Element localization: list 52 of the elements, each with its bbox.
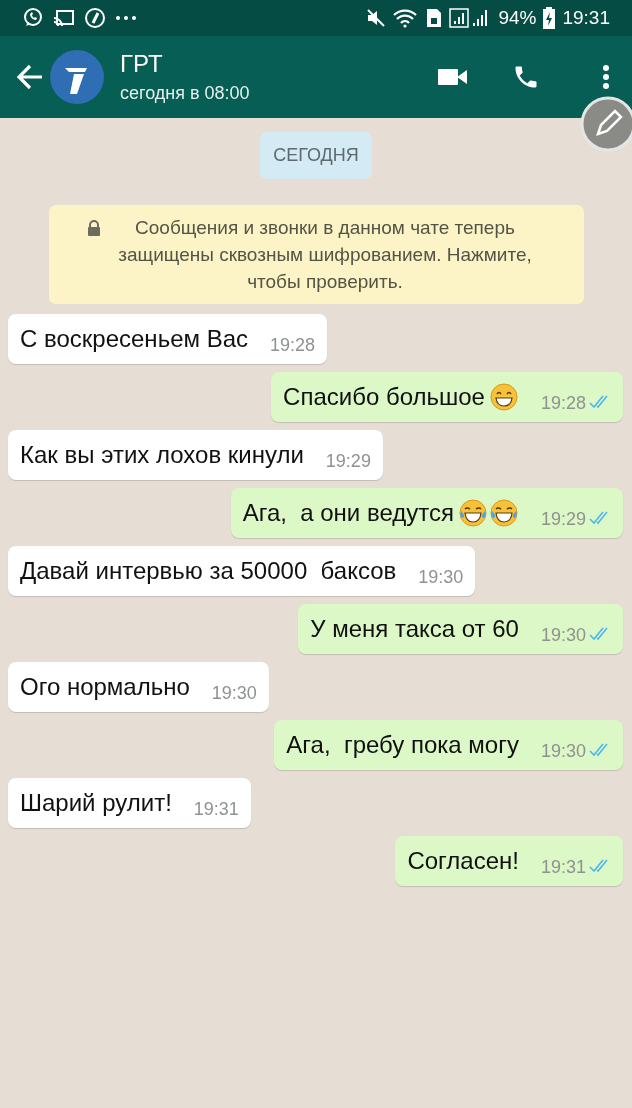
message-bubble[interactable]: Шарий рулит! 19:31 <box>8 778 251 828</box>
notice-text: Сообщения и звонки в данном чате теперь защищены сквозным шифрованием. Нажмите, чтобы проверить. <box>117 216 533 294</box>
message-text: У меня такса от 60 <box>310 615 519 643</box>
message-time: 19:29 <box>540 508 586 530</box>
clock: 19:31 <box>562 7 610 29</box>
video-call-icon[interactable] <box>438 67 468 87</box>
message-text: Ага, гребу пока могу <box>286 731 519 759</box>
message-bubble[interactable]: Ага, гребу пока могу 19:30 <box>274 720 623 770</box>
message-text: Как вы этих лохов кинули <box>20 441 304 469</box>
mute-icon <box>366 8 387 28</box>
message-text: Спасибо большое <box>283 383 485 411</box>
message-time: 19:30 <box>540 624 586 646</box>
encryption-notice[interactable]: Сообщения и звонки в данном чате теперь защищены сквозным шифрованием. Нажмите, чтобы проверить. <box>48 205 584 304</box>
message-bubble[interactable]: Спасибо большое 19:28 <box>271 372 623 422</box>
message-time: 19:29 <box>325 450 371 472</box>
last-seen: сегодня в 08:00 <box>120 83 251 103</box>
message-bubble[interactable]: С воскресеньем Вас 19:28 <box>8 314 328 364</box>
sim-icon <box>426 8 443 28</box>
message-text: Шарий рулит! <box>20 789 172 817</box>
lock-icon <box>87 220 101 236</box>
message-time: 19:30 <box>540 740 586 762</box>
cast-icon <box>53 9 75 27</box>
contact-name[interactable]: ГРТ <box>120 51 394 77</box>
avatar[interactable] <box>50 50 104 104</box>
battery-charging-icon <box>543 7 556 29</box>
laughing-tears-face-icon <box>488 498 519 528</box>
message-time: 19:31 <box>193 798 239 820</box>
message-bubble[interactable]: Ого нормально 19:30 <box>8 662 269 712</box>
message-text: С воскресеньем Вас <box>20 325 248 353</box>
message-text: Давай интервью за 50000 баксов <box>20 557 397 585</box>
more-icon <box>115 15 137 21</box>
message-text: Согласен! <box>407 847 519 875</box>
battery-percent: 94% <box>498 7 537 29</box>
message-time: 19:28 <box>270 334 316 356</box>
grinning-face-icon <box>488 382 519 412</box>
message-time: 19:28 <box>540 392 586 414</box>
message-time: 19:30 <box>211 682 257 704</box>
message-bubble[interactable]: У меня такса от 60 19:30 <box>298 604 623 654</box>
menu-icon[interactable] <box>602 64 610 90</box>
date-chip: СЕГОДНЯ <box>260 132 372 179</box>
message-text: Ага, а они ведутся <box>242 499 454 527</box>
pencil-button[interactable] <box>580 96 632 152</box>
back-arrow-icon[interactable] <box>16 64 44 90</box>
message-bubble[interactable]: Как вы этих лохов кинули 19:29 <box>8 430 383 480</box>
phone-bubble-icon <box>22 7 44 29</box>
message-time: 19:30 <box>418 566 464 588</box>
message-bubble[interactable]: Давай интервью за 50000 баксов 19:30 <box>8 546 476 596</box>
laughing-tears-face-icon <box>457 498 488 528</box>
message-time: 19:31 <box>540 856 586 878</box>
message-bubble[interactable]: Ага, а они ведутся 19:29 <box>230 488 623 538</box>
message-text: Ого нормально <box>20 673 190 701</box>
message-bubble[interactable]: Согласен! 19:31 <box>395 836 623 886</box>
